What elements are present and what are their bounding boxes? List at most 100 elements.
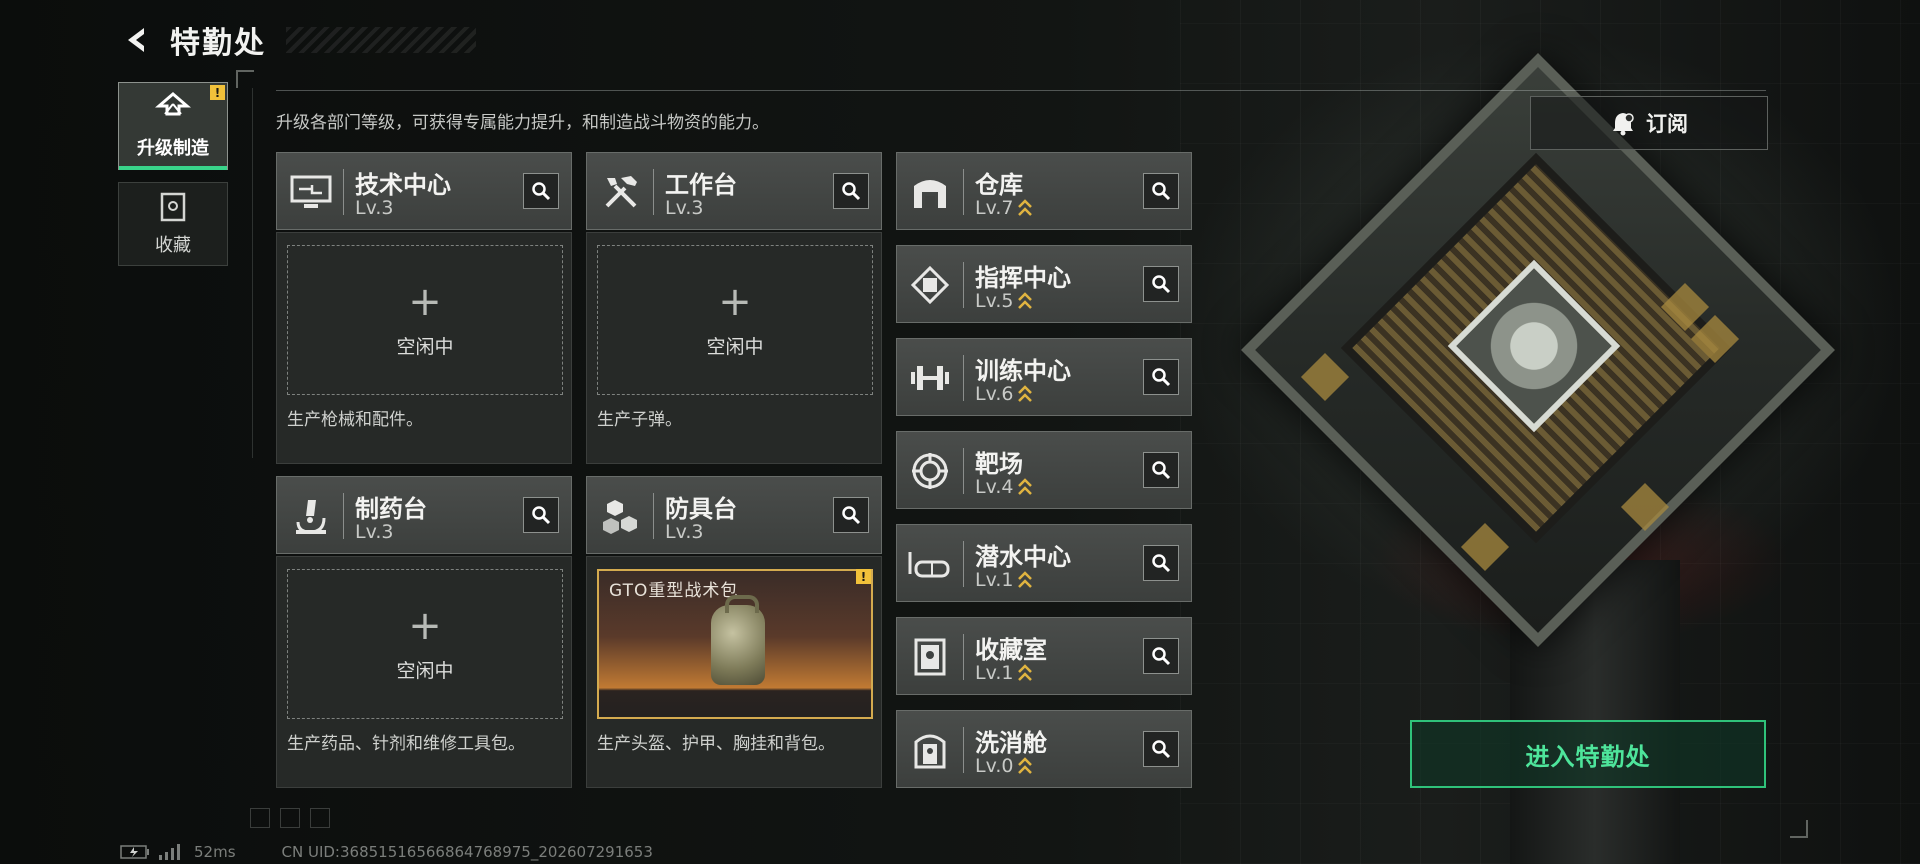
facility-command-center[interactable]: 指挥中心 Lv.5: [896, 245, 1192, 323]
search-icon: [532, 506, 551, 525]
facility-name: 仓库: [975, 171, 1023, 199]
production-item[interactable]: GTO重型战术包 !: [597, 569, 873, 719]
page-title: 特勤处: [170, 26, 266, 61]
idle-production-slot[interactable]: + 空闲中: [287, 569, 563, 719]
search-button[interactable]: [1143, 266, 1179, 302]
facility-level-row: Lv.0: [975, 755, 1033, 777]
header-separator: [963, 727, 964, 773]
facility-level: Lv.4: [975, 476, 1014, 498]
facility-level: Lv.3: [355, 521, 394, 543]
card-workbench-header[interactable]: 工作台 Lv.3: [586, 152, 882, 230]
warehouse-icon: [907, 169, 953, 215]
microscope-icon: [289, 494, 333, 538]
search-button[interactable]: [523, 173, 559, 209]
facility-level: Lv.3: [355, 197, 394, 219]
search-icon: [842, 182, 861, 201]
search-icon: [1152, 647, 1171, 666]
search-icon: [1152, 740, 1171, 759]
user-uid: CN UID:3685151656686476897​5_20260729165…: [281, 843, 653, 861]
facility-level: Lv.5: [975, 290, 1014, 312]
search-button[interactable]: [1143, 173, 1179, 209]
search-button[interactable]: [523, 497, 559, 533]
facility-level: Lv.1: [975, 662, 1014, 684]
card-pharmacy-header[interactable]: 制药台 Lv.3: [276, 476, 572, 554]
backpack-image: [711, 595, 765, 685]
card-description: 生产枪械和配件。: [287, 410, 423, 430]
bell-icon: [1613, 113, 1634, 136]
search-icon: [1152, 368, 1171, 387]
upgrade-chevron-icon: [1018, 385, 1033, 402]
slot-status: 空闲中: [706, 335, 764, 358]
header-separator: [653, 169, 654, 215]
collection-case-icon: [160, 192, 186, 222]
facility-name: 防具台: [665, 495, 737, 523]
facility-level: Lv.3: [665, 521, 704, 543]
facility-name: 指挥中心: [975, 264, 1071, 292]
facility-level-row: Lv.1: [975, 569, 1033, 591]
facility-level: Lv.3: [665, 197, 704, 219]
card-pharmacy-body: + 空闲中 生产药品、针剂和维修工具包。: [276, 556, 572, 788]
search-button[interactable]: [1143, 731, 1179, 767]
search-icon: [532, 182, 551, 201]
header-separator: [343, 493, 344, 539]
product-name: GTO重型战术包: [609, 581, 739, 601]
back-arrow-icon[interactable]: [120, 23, 154, 57]
subscribe-button[interactable]: 订阅: [1530, 96, 1768, 150]
facility-name: 制药台: [355, 495, 427, 523]
header-separator: [963, 634, 964, 680]
card-workbench-body: + 空闲中 生产子弹。: [586, 232, 882, 464]
search-icon: [1152, 182, 1171, 201]
facility-decon-pod[interactable]: 洗消舱 Lv.0: [896, 710, 1192, 788]
tab-collection-label: 收藏: [155, 235, 191, 256]
add-icon: +: [408, 602, 442, 649]
target-icon: [907, 448, 953, 494]
upgrade-chevron-icon: [1018, 571, 1033, 588]
search-button[interactable]: [833, 173, 869, 209]
header-separator: [963, 355, 964, 401]
search-button[interactable]: [1143, 638, 1179, 674]
card-tech-center-header[interactable]: 技术中心 Lv.3: [276, 152, 572, 230]
idle-production-slot[interactable]: + 空闲中: [597, 245, 873, 395]
enter-special-ops-button[interactable]: 进入特勤处: [1410, 720, 1766, 788]
search-icon: [1152, 554, 1171, 573]
card-armor-bench-header[interactable]: 防具台 Lv.3: [586, 476, 882, 554]
facility-level: Lv.6: [975, 383, 1014, 405]
idle-production-slot[interactable]: + 空闲中: [287, 245, 563, 395]
side-divider: [252, 88, 253, 458]
facility-collection-room[interactable]: 收藏室 Lv.1: [896, 617, 1192, 695]
header-separator: [963, 541, 964, 587]
battery-icon: [120, 845, 149, 859]
display-case-icon: [907, 634, 953, 680]
tab-collection[interactable]: 收藏: [118, 182, 228, 266]
facility-level: Lv.0: [975, 755, 1014, 777]
facility-name: 技术中心: [355, 171, 451, 199]
search-button[interactable]: [1143, 359, 1179, 395]
upgrade-chevron-icon: [1018, 664, 1033, 681]
card-description: 生产子弹。: [597, 410, 682, 430]
facility-diving-center[interactable]: 潜水中心 Lv.1: [896, 524, 1192, 602]
card-armor-bench-body: GTO重型战术包 ! 生产头盔、护甲、胸挂和背包。: [586, 556, 882, 788]
frame-corner: [236, 70, 254, 88]
search-icon: [1152, 461, 1171, 480]
search-button[interactable]: [1143, 452, 1179, 488]
monitor-icon: [289, 170, 333, 214]
search-icon: [1152, 275, 1171, 294]
dumbbell-icon: [907, 355, 953, 401]
facility-name: 靶场: [975, 450, 1023, 478]
facility-shooting-range[interactable]: 靶场 Lv.4: [896, 431, 1192, 509]
active-tab-indicator: [119, 166, 227, 170]
facility-name: 训练中心: [975, 357, 1071, 385]
facility-name: 收藏室: [975, 636, 1047, 664]
frame-corner: [1790, 820, 1808, 838]
search-button[interactable]: [833, 497, 869, 533]
header-separator: [343, 169, 344, 215]
facility-level-row: Lv.1: [975, 662, 1033, 684]
facility-warehouse[interactable]: 仓库 Lv.7: [896, 152, 1192, 230]
facility-level: Lv.1: [975, 569, 1014, 591]
search-button[interactable]: [1143, 545, 1179, 581]
slot-status: 空闲中: [396, 659, 454, 682]
facility-level-row: Lv.4: [975, 476, 1033, 498]
facility-level-row: Lv.6: [975, 383, 1033, 405]
facility-training-center[interactable]: 训练中心 Lv.6: [896, 338, 1192, 416]
tab-upgrade-craft[interactable]: 升级制造 !: [118, 82, 228, 170]
